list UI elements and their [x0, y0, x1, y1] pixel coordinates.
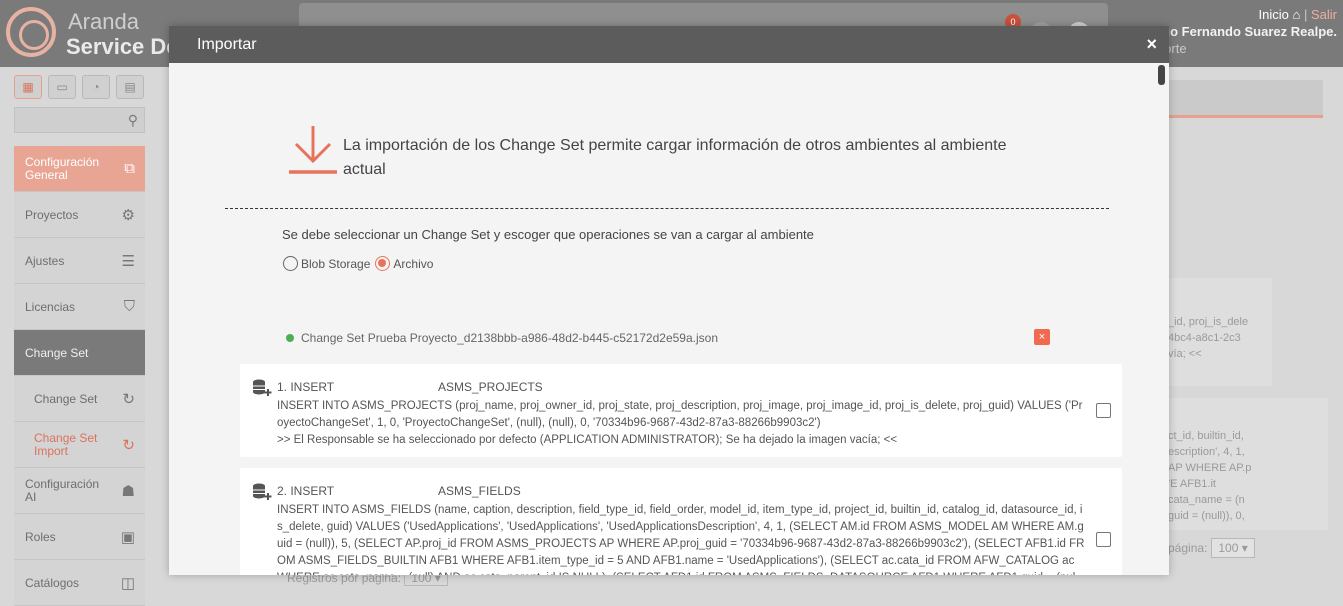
- modal-title: Importar: [197, 36, 257, 53]
- background-text: ct_id, builtin_id,: [1168, 430, 1244, 442]
- sidebar-subitem-change-set-import[interactable]: Change Set Import ↻: [14, 422, 145, 468]
- operation-note: >> El Responsable se ha seleccionado por…: [277, 434, 898, 446]
- sidebar-search-input[interactable]: ⚲: [14, 107, 145, 133]
- user-info: Inicio ⌂ | Salir ego Fernando Suarez Rea…: [1155, 6, 1337, 57]
- salir-link[interactable]: Salir: [1311, 7, 1337, 22]
- home-icon[interactable]: ⌂: [1292, 7, 1300, 22]
- shield-icon: ⛉: [123, 298, 135, 315]
- separator: |: [1303, 7, 1308, 22]
- download-icon: [289, 126, 337, 174]
- user-view-icon[interactable]: ◔: [82, 75, 110, 99]
- user-role: porte: [1156, 41, 1187, 56]
- sidebar-item-label: Change Set: [34, 391, 98, 406]
- file-name: Change Set Prueba Proyecto_d2138bbb-a986…: [301, 331, 718, 345]
- background-text: vía; <<: [1168, 348, 1202, 360]
- aranda-logo-icon: [6, 7, 56, 57]
- operation-checkbox[interactable]: [1096, 403, 1111, 418]
- operation-header: 2. INSERT: [277, 484, 335, 498]
- background-card: ct_id, builtin_id, escription', 4, 1, AP…: [1160, 398, 1328, 530]
- monitor-icon[interactable]: ▭: [48, 75, 76, 99]
- remove-file-button[interactable]: ×: [1034, 329, 1050, 345]
- sidebar-item-label: Ajustes: [25, 253, 65, 268]
- background-text: escription', 4, 1,: [1168, 446, 1245, 458]
- operation-checkbox[interactable]: [1096, 532, 1111, 547]
- background-pagination: página: 100 ▾: [1168, 538, 1255, 558]
- operation-sql: INSERT INTO ASMS_FIELDS (name, caption, …: [277, 502, 1087, 575]
- operation-table: ASMS_FIELDS: [438, 484, 521, 498]
- page-size-value: 100: [1218, 541, 1239, 555]
- inicio-link[interactable]: Inicio: [1259, 7, 1289, 22]
- radio-archivo[interactable]: [375, 256, 391, 271]
- sidebar-item-label: Proyectos: [25, 207, 79, 222]
- search-icon: ⚲: [127, 112, 138, 128]
- sidebar-item-proyectos[interactable]: Proyectos ⚙: [14, 192, 145, 238]
- pagination-label: página:: [1168, 541, 1208, 555]
- modal-body: La importación de los Change Set permite…: [169, 63, 1169, 575]
- status-dot-icon: [286, 334, 294, 342]
- radio-archivo-label[interactable]: Archivo: [393, 257, 433, 271]
- radio-blob-storage[interactable]: [283, 256, 298, 271]
- document-icon[interactable]: ▤: [116, 75, 144, 99]
- divider: [225, 208, 1109, 209]
- logo-text-aranda: Aranda: [68, 9, 139, 34]
- background-text: guid = (null)), 0,: [1168, 510, 1245, 522]
- gear-icon: ⚙: [121, 207, 135, 224]
- sidebar-item-configuracion-general[interactable]: Configuración General ⧉: [14, 146, 145, 192]
- refresh-icon: ↻: [122, 437, 135, 454]
- operation-card: 2. INSERT ASMS_FIELDS INSERT INTO ASMS_F…: [240, 468, 1122, 575]
- sidebar: ▦ ▭ ◔ ▤ ⚲ Configuración General ⧉ Proyect…: [14, 75, 145, 606]
- sidebar-item-label: Roles: [25, 529, 56, 544]
- operation-sql-text: INSERT INTO ASMS_FIELDS (name, caption, …: [277, 504, 1085, 575]
- background-text: cata_name = (n: [1168, 494, 1245, 506]
- intro-text: La importación de los Change Set permite…: [343, 137, 1007, 178]
- view-switcher: ▦ ▭ ◔ ▤: [14, 75, 145, 99]
- sidebar-item-label: Change Set Import: [34, 430, 98, 458]
- background-card: _id, proj_is_dele 4bc4-a8c1-2c3 vía; <<: [1160, 278, 1272, 386]
- sidebar-item-roles[interactable]: Roles ▣: [14, 514, 145, 560]
- grid-view-icon[interactable]: ▦: [14, 75, 42, 99]
- sidebar-item-label: Configuración AI: [25, 476, 100, 504]
- background-tab-bar: [1168, 80, 1323, 118]
- operation-sql-text: INSERT INTO ASMS_PROJECTS (proj_name, pr…: [277, 400, 1083, 429]
- operation-header: 1. INSERT: [277, 380, 335, 394]
- image-icon: ◫: [120, 575, 135, 592]
- sidebar-item-label: Licencias: [25, 299, 76, 314]
- source-radio-group: Blob Storage Archivo: [283, 256, 438, 271]
- instruction-text: Se debe seleccionar un Change Set y esco…: [282, 227, 814, 242]
- operation-card: 1. INSERT ASMS_PROJECTS INSERT INTO ASMS…: [240, 364, 1122, 457]
- background-text: AP WHERE AP.p: [1168, 462, 1252, 474]
- background-text: _id, proj_is_dele: [1168, 316, 1249, 328]
- robot-icon: ☗: [121, 483, 135, 500]
- sidebar-item-label: Change Set: [25, 345, 89, 360]
- sidebar-item-change-set[interactable]: Change Set: [14, 330, 145, 376]
- close-icon[interactable]: ×: [1146, 34, 1157, 55]
- background-text: 4bc4-a8c1-2c3: [1168, 332, 1241, 344]
- sidebar-item-ajustes[interactable]: Ajustes ☰: [14, 238, 145, 284]
- sliders-icon: ☰: [121, 253, 135, 270]
- briefcase-icon: ▣: [120, 529, 135, 546]
- user-name: ego Fernando Suarez Realpe.: [1154, 24, 1337, 39]
- import-modal: Importar × La importación de los Change …: [169, 26, 1169, 575]
- selected-file: Change Set Prueba Proyecto_d2138bbb-a986…: [286, 331, 718, 345]
- sidebar-item-licencias[interactable]: Licencias ⛉: [14, 284, 145, 330]
- copy-icon: ⧉: [124, 160, 135, 177]
- page-size-select[interactable]: 100 ▾: [1211, 538, 1255, 558]
- sidebar-item-catalogos[interactable]: Catálogos ◫: [14, 560, 145, 606]
- background-text: 'E AFB1.it: [1168, 478, 1216, 490]
- sidebar-item-configuracion-ai[interactable]: Configuración AI ☗: [14, 468, 145, 514]
- modal-header: Importar ×: [169, 26, 1169, 63]
- refresh-icon: ↻: [122, 391, 135, 408]
- scrollbar[interactable]: [1158, 65, 1165, 85]
- sidebar-item-label: Configuración General: [25, 154, 100, 182]
- sidebar-item-label: Catálogos: [25, 575, 80, 590]
- radio-blob-storage-label[interactable]: Blob Storage: [301, 257, 370, 271]
- operation-table: ASMS_PROJECTS: [438, 380, 543, 394]
- database-add-icon: [253, 379, 272, 396]
- database-add-icon: [253, 483, 272, 500]
- sidebar-subitem-change-set[interactable]: Change Set ↻: [14, 376, 145, 422]
- operation-sql: INSERT INTO ASMS_PROJECTS (proj_name, pr…: [277, 398, 1087, 449]
